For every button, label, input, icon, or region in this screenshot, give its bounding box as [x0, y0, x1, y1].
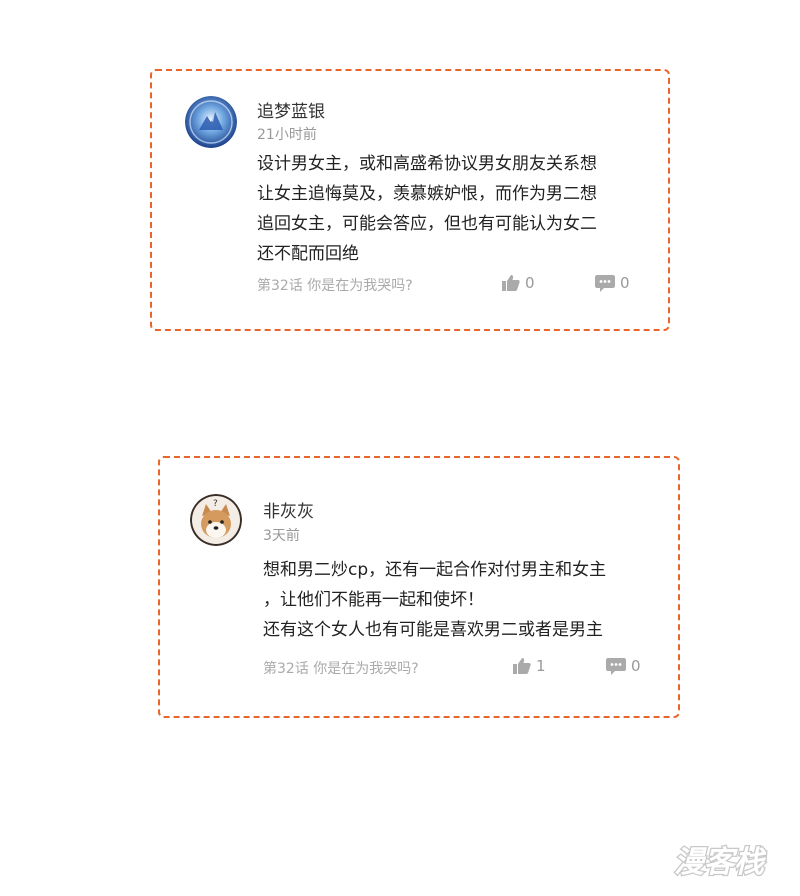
like-count: 1 [536, 657, 546, 675]
timestamp: 3天前 [263, 528, 300, 544]
chapter-link[interactable]: 第32话 你是在为我哭吗? [257, 275, 413, 295]
like-button[interactable]: 1 [513, 657, 546, 675]
svg-text:?: ? [213, 499, 218, 509]
avatar[interactable] [185, 96, 237, 148]
avatar[interactable]: ? [190, 494, 242, 546]
reply-button[interactable]: 0 [606, 657, 641, 675]
svg-text:漫客栈: 漫客栈 [674, 845, 767, 880]
timestamp: 21小时前 [257, 127, 317, 143]
reply-count: 0 [631, 657, 641, 675]
like-button[interactable]: 0 [502, 274, 535, 292]
reply-button[interactable]: 0 [595, 274, 630, 292]
thumbs-up-icon [513, 658, 531, 674]
watermark-logo: 漫客栈 [672, 840, 790, 884]
comment-text: 想和男二炒cp，还有一起合作对付男主和女主 ，让他们不能再一起和使坏！ 还有这个… [263, 560, 607, 640]
username[interactable]: 追梦蓝银 [257, 97, 325, 122]
chapter-link[interactable]: 第32话 你是在为我哭吗? [263, 658, 419, 678]
comment-icon [606, 657, 626, 675]
comment-card: 追梦蓝银 21小时前 设计男女主，或和高盛希协议男女朋友关系想 让女主追悔莫及，… [150, 69, 670, 331]
like-count: 0 [525, 274, 535, 292]
comment-text: 设计男女主，或和高盛希协议男女朋友关系想 让女主追悔莫及，羡慕嫉妒恨，而作为男二… [257, 154, 597, 264]
username[interactable]: 非灰灰 [263, 497, 314, 522]
thumbs-up-icon [502, 275, 520, 291]
reply-count: 0 [620, 274, 630, 292]
comment-icon [595, 274, 615, 292]
comment-card: ? 非灰灰 3天前 想和男二炒cp，还有一起合作对付男主和女主 ，让他们不能再一… [158, 456, 680, 718]
